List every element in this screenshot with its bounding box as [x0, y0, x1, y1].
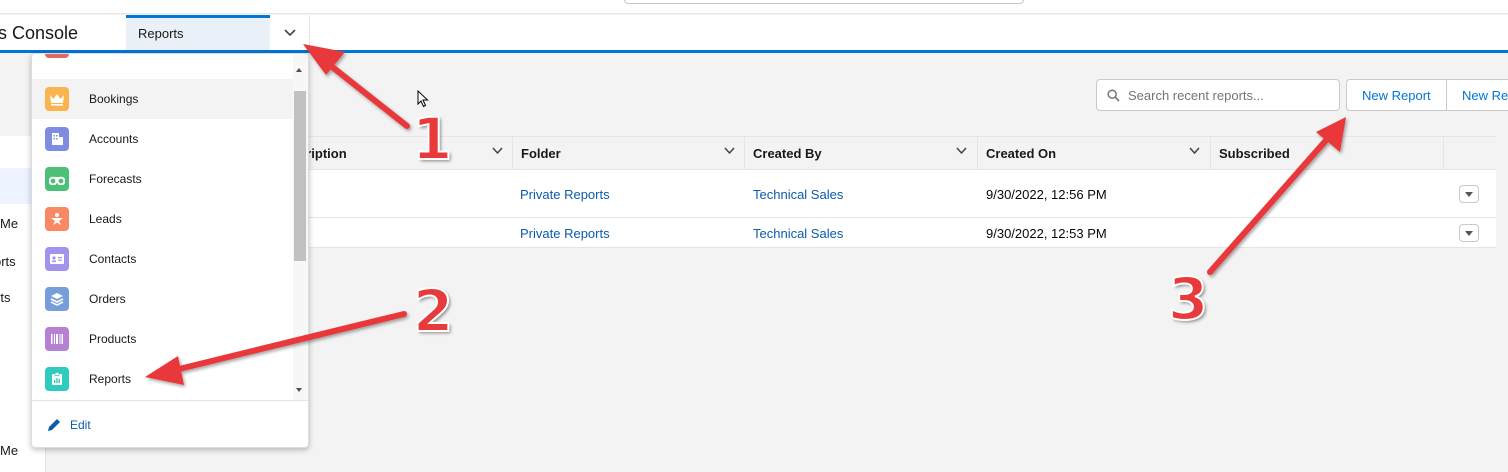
menu-item-contacts[interactable]: Contacts: [32, 239, 293, 279]
dropdown-scrollbar[interactable]: [293, 54, 308, 400]
nav-items-dropdown: Bookings Accounts Forecasts Leads Contac: [31, 53, 309, 448]
sidebar-item-label[interactable]: Me: [0, 216, 18, 231]
column-header-subscribed[interactable]: Subscribed: [1210, 137, 1443, 171]
menu-item-forecasts[interactable]: Forecasts: [32, 159, 293, 199]
column-label: Created By: [753, 146, 822, 161]
nav-menu-toggle-button[interactable]: [270, 15, 310, 50]
new-report-button[interactable]: New Report: [1346, 79, 1447, 111]
menu-item-label: Accounts: [89, 132, 139, 146]
binoculars-icon: [45, 167, 69, 191]
folder-link[interactable]: Private Reports: [520, 226, 610, 241]
column-label: Subscribed: [1219, 146, 1290, 161]
barcode-icon: [45, 327, 69, 351]
sidebar-item-label[interactable]: Me: [0, 443, 18, 458]
menu-item-orders[interactable]: Orders: [32, 279, 293, 319]
menu-item-label: Orders: [89, 292, 126, 306]
navigation-bar: s Console Reports: [0, 15, 1508, 53]
created-on-value: 9/30/2022, 12:53 PM: [986, 226, 1107, 241]
menu-item-partial[interactable]: [32, 54, 293, 66]
scrollbar-thumb[interactable]: [294, 91, 306, 261]
nav-item-reports[interactable]: Reports: [126, 15, 270, 50]
chevron-down-icon[interactable]: [724, 147, 735, 155]
search-icon: [1107, 88, 1120, 102]
chevron-down-icon: [283, 28, 296, 36]
menu-item-label: Contacts: [89, 252, 137, 266]
column-header-description[interactable]: cription: [290, 137, 513, 171]
chevron-down-icon[interactable]: [1189, 147, 1200, 155]
building-icon: [45, 127, 69, 151]
created-by-link[interactable]: Technical Sales: [753, 187, 843, 202]
column-header-created-on[interactable]: Created On: [977, 137, 1210, 171]
menu-item-label: Products: [89, 332, 137, 346]
annotation-number-2: 2: [412, 277, 454, 345]
menu-item-label: Leads: [89, 212, 122, 226]
edit-label: Edit: [70, 417, 91, 432]
edit-nav-items-button[interactable]: Edit: [32, 400, 308, 447]
row-actions-button[interactable]: [1459, 185, 1479, 203]
menu-item-products[interactable]: Products: [32, 319, 293, 359]
contact-card-icon: [45, 247, 69, 271]
crown-icon: [45, 87, 69, 111]
sidebar-item-label[interactable]: orts: [0, 254, 16, 269]
report-clipboard-icon: [45, 367, 69, 391]
pencil-icon: [48, 418, 60, 431]
column-header-actions: [1443, 137, 1496, 171]
chevron-down-icon[interactable]: [956, 147, 967, 155]
stack-icon: [45, 287, 69, 311]
lead-star-icon: [45, 207, 69, 231]
scroll-up-arrow-icon[interactable]: [296, 68, 302, 72]
menu-item-label: Reports: [89, 372, 132, 386]
column-label: Created On: [986, 146, 1057, 161]
global-header: [0, 0, 1508, 14]
scroll-down-arrow-icon[interactable]: [296, 388, 302, 392]
menu-item-bookings[interactable]: Bookings: [32, 79, 293, 119]
sidebar-item-label[interactable]: rts: [0, 290, 10, 305]
folder-link[interactable]: Private Reports: [520, 187, 610, 202]
menu-item-label: Bookings: [89, 92, 139, 106]
created-by-link[interactable]: Technical Sales: [753, 226, 843, 241]
app-name: s Console: [0, 23, 79, 43]
menu-item-label: Forecasts: [89, 172, 142, 186]
nav-items-list: Bookings Accounts Forecasts Leads Contac: [32, 54, 293, 400]
row-actions-button[interactable]: [1459, 224, 1479, 242]
column-label: Folder: [521, 146, 561, 161]
menu-item-leads[interactable]: Leads: [32, 199, 293, 239]
annotation-arrow-1: [303, 44, 410, 129]
menu-item-reports[interactable]: Reports: [32, 359, 293, 399]
search-recent-reports[interactable]: [1096, 79, 1340, 111]
column-header-created-by[interactable]: Created By: [744, 137, 977, 171]
object-icon: [45, 54, 69, 58]
caret-down-icon: [1465, 191, 1473, 197]
global-search-box[interactable]: [624, 0, 1024, 4]
caret-down-icon: [1465, 230, 1473, 236]
created-on-value: 9/30/2022, 12:56 PM: [986, 187, 1107, 202]
new-report-classic-button[interactable]: New Rep: [1446, 79, 1508, 111]
annotation-number-3: 3: [1167, 265, 1209, 333]
search-input[interactable]: [1128, 87, 1328, 103]
chevron-down-icon[interactable]: [492, 147, 503, 155]
column-header-folder[interactable]: Folder: [512, 137, 745, 171]
menu-item-accounts[interactable]: Accounts: [32, 119, 293, 159]
annotation-number-1: 1: [411, 105, 453, 173]
